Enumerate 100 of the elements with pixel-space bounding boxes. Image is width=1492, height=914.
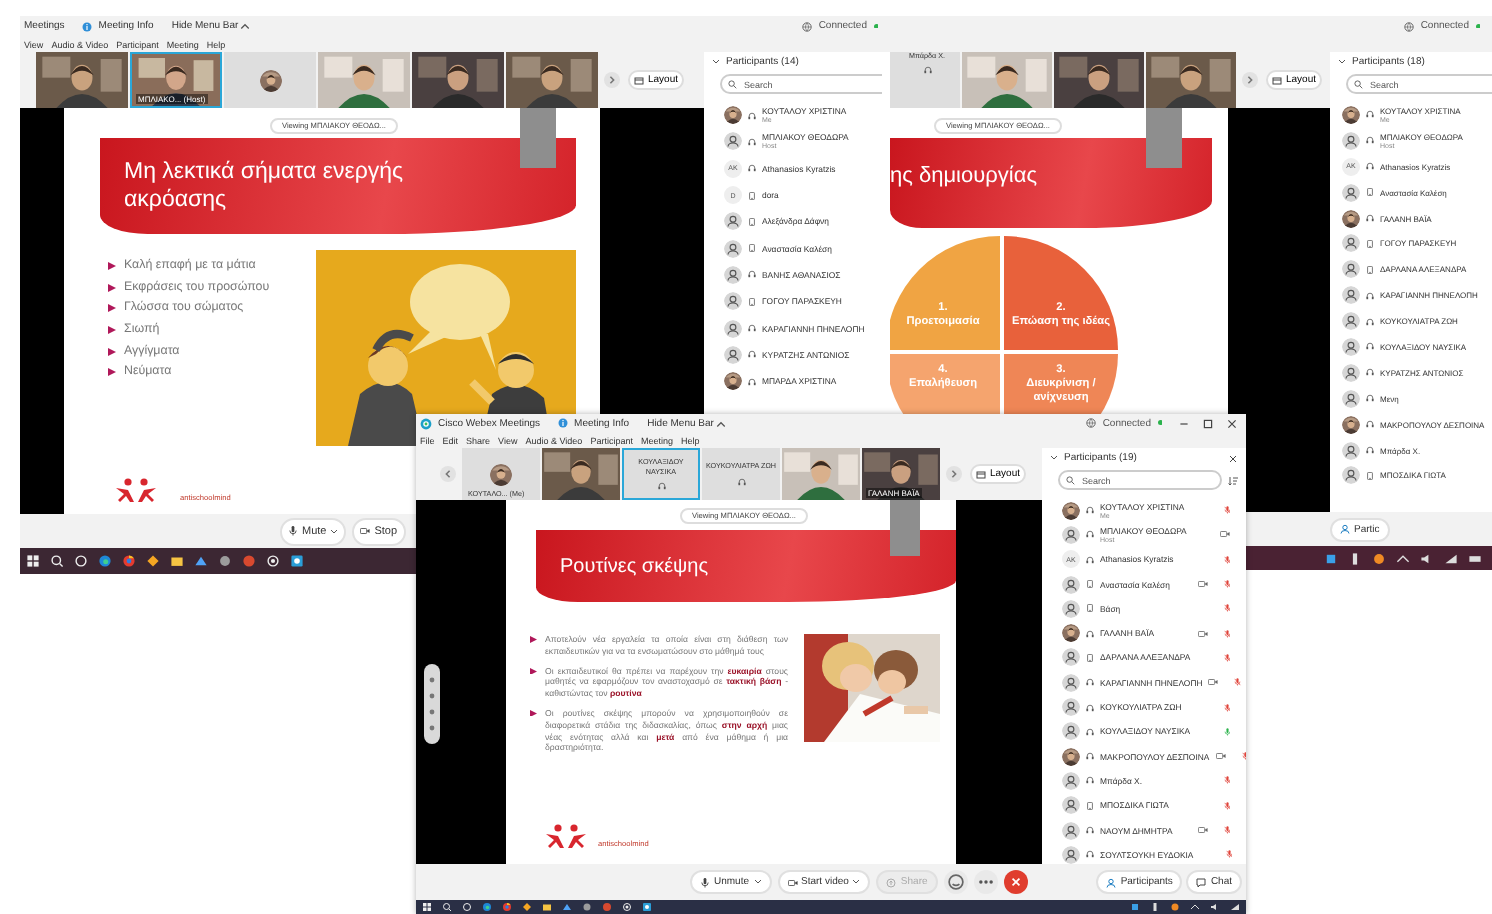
avatar-icon: [1342, 234, 1360, 253]
previous-arrow-icon[interactable]: [440, 466, 456, 482]
video-tile[interactable]: [962, 52, 1052, 108]
logo-icon: [116, 478, 156, 502]
avatar-icon: [724, 345, 742, 364]
headset-icon: [1086, 850, 1094, 859]
video-tile[interactable]: [318, 52, 410, 108]
avatar-icon: [1062, 525, 1080, 544]
meeting-app-icon[interactable]: [642, 902, 652, 912]
start-icon[interactable]: [422, 902, 432, 912]
more-icon[interactable]: [973, 870, 998, 894]
bullet-icon: [530, 709, 537, 717]
headset-icon: [1086, 678, 1094, 687]
headset-icon: [1366, 394, 1374, 403]
network-icon[interactable]: [1230, 902, 1240, 912]
mic-icon: [700, 877, 710, 887]
bullet-icon: [108, 283, 116, 292]
folder-icon[interactable]: [542, 902, 552, 912]
video-tile[interactable]: [412, 52, 504, 108]
meeting-app-icon[interactable]: [290, 554, 304, 568]
chat-icon: [1196, 877, 1207, 887]
headset-icon: [748, 377, 756, 386]
avatar-icon: [1342, 312, 1360, 331]
app-icon[interactable]: [522, 902, 532, 912]
avatar-icon: [1342, 441, 1360, 460]
app-icon[interactable]: [146, 554, 160, 568]
task-view-icon[interactable]: [74, 554, 88, 568]
speaker-icon[interactable]: [1210, 902, 1220, 912]
browser-icon[interactable]: [122, 554, 136, 568]
avatar-icon: [1342, 260, 1360, 279]
avatar-icon: [1062, 648, 1080, 667]
globe-icon: [1086, 418, 1097, 428]
avatar-icon: [724, 265, 742, 284]
close-icon[interactable]: [1226, 417, 1238, 429]
avatar-icon: [1342, 389, 1360, 408]
video-tile[interactable]: [36, 52, 128, 108]
status-dot-icon: [873, 23, 878, 29]
next-arrow-icon[interactable]: [1242, 72, 1258, 88]
search-icon: [728, 80, 737, 89]
phone-icon: [1086, 653, 1094, 662]
search-icon: [1354, 80, 1363, 89]
headset-icon: [1366, 110, 1374, 119]
reactions-icon[interactable]: [943, 870, 968, 894]
next-arrow-icon[interactable]: [946, 466, 962, 482]
start-icon[interactable]: [26, 554, 40, 568]
globe-icon: [802, 21, 813, 31]
headset-icon: [1366, 342, 1374, 351]
search-icon[interactable]: [442, 902, 452, 912]
status-dot-icon: [1475, 23, 1480, 29]
maximize-icon[interactable]: [1202, 417, 1214, 429]
video-tile[interactable]: [1054, 52, 1144, 108]
headset-icon: [1086, 826, 1094, 834]
headset-icon: [748, 270, 756, 279]
minimize-icon[interactable]: [1178, 417, 1190, 429]
headset-icon: [1086, 629, 1094, 638]
headset-icon: [1366, 368, 1374, 377]
avatar-icon: [1062, 821, 1080, 839]
browser-icon[interactable]: [482, 902, 492, 912]
next-arrow-icon[interactable]: [604, 72, 620, 88]
avatar-icon: [1342, 131, 1360, 150]
phone-icon: [1366, 471, 1374, 480]
search-icon[interactable]: [50, 554, 64, 568]
headset-icon: [1086, 752, 1094, 761]
video-tile[interactable]: [224, 52, 316, 108]
phone-icon: [1366, 265, 1374, 274]
caret-icon: [715, 419, 726, 427]
phone-icon: [1366, 188, 1374, 197]
layout-icon: [634, 75, 644, 85]
person-icon: [1106, 877, 1117, 887]
speaker-icon[interactable]: [1420, 551, 1434, 565]
globe-icon: [1404, 21, 1415, 31]
headset-icon: [1086, 776, 1094, 785]
share-icon: [886, 877, 897, 887]
layout-icon: [1272, 75, 1282, 85]
avatar-icon: [1062, 722, 1080, 741]
network-icon[interactable]: [1444, 551, 1458, 565]
avatar-icon: [1342, 183, 1360, 202]
avatar-icon: [1062, 796, 1080, 815]
video-tile[interactable]: [782, 448, 860, 500]
task-view-icon[interactable]: [462, 902, 472, 912]
avatar-icon: [724, 319, 742, 338]
slide-title: ης δημιουργίας: [890, 163, 1037, 187]
bullet-icon: [108, 368, 116, 377]
layout-icon: [976, 469, 986, 479]
close-icon[interactable]: [1228, 453, 1238, 463]
bullet-icon: [108, 262, 116, 270]
annotation-toolbar[interactable]: [424, 664, 440, 744]
video-tile[interactable]: [1146, 52, 1236, 108]
end-call-icon[interactable]: [1003, 870, 1028, 894]
avatar-icon: [1062, 575, 1080, 594]
video-tile[interactable]: [542, 448, 620, 500]
phone-icon: [748, 217, 756, 226]
browser-icon[interactable]: [502, 902, 512, 912]
headset-icon: [1366, 446, 1374, 455]
folder-icon[interactable]: [170, 554, 184, 568]
status-dot-icon: [1157, 420, 1162, 426]
video-tile[interactable]: [506, 52, 598, 108]
avatar-icon: [1342, 286, 1360, 305]
browser-icon[interactable]: [98, 554, 112, 568]
headset-icon: [657, 481, 665, 490]
